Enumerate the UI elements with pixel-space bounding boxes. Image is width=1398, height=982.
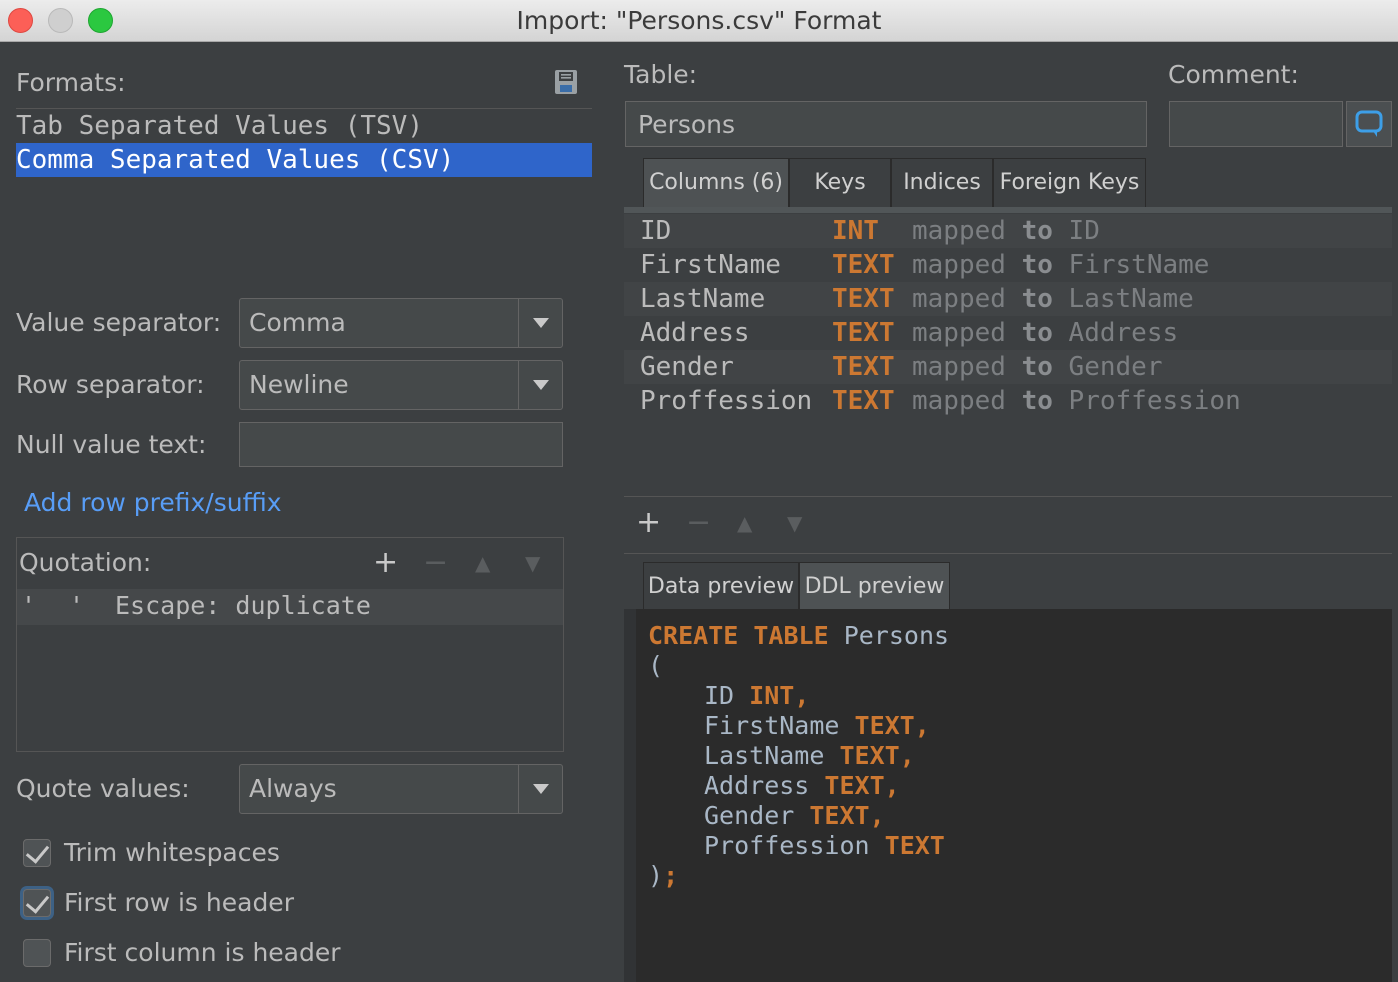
table-name-input[interactable]: Persons bbox=[625, 101, 1147, 147]
ddl-line-column: ID INT, bbox=[704, 681, 810, 710]
title-bar: Import: "Persons.csv" Format bbox=[0, 0, 1398, 42]
chevron-down-icon[interactable] bbox=[518, 361, 562, 409]
first-row-header-checkbox[interactable] bbox=[23, 889, 51, 917]
format-item-csv[interactable]: Comma Separated Values (CSV) bbox=[16, 143, 592, 177]
tab-data-preview[interactable]: Data preview bbox=[643, 562, 799, 612]
formats-list: Tab Separated Values (TSV) Comma Separat… bbox=[16, 108, 592, 258]
quote-values-value: Always bbox=[249, 774, 337, 803]
quote-open-char: ' bbox=[21, 591, 37, 620]
row-separator-value: Newline bbox=[249, 370, 349, 399]
table-row[interactable]: Proffession TEXT mapped to Proffession bbox=[624, 384, 1392, 418]
add-row-prefix-suffix-link[interactable]: Add row prefix/suffix bbox=[24, 488, 282, 517]
null-value-input[interactable] bbox=[239, 422, 563, 467]
ddl-line-column: LastName TEXT, bbox=[704, 741, 915, 770]
tab-foreign-keys[interactable]: Foreign Keys bbox=[993, 158, 1146, 208]
comment-edit-button[interactable] bbox=[1346, 101, 1392, 147]
ddl-line-close: ); bbox=[648, 861, 679, 890]
row-separator-label: Row separator: bbox=[16, 370, 205, 399]
first-column-header-label[interactable]: First column is header bbox=[64, 938, 341, 967]
divider bbox=[624, 553, 1392, 554]
value-separator-value: Comma bbox=[249, 308, 346, 337]
ddl-line-open: ( bbox=[648, 651, 664, 680]
table-name-value: Persons bbox=[638, 110, 736, 139]
trim-whitespaces-label[interactable]: Trim whitespaces bbox=[64, 838, 280, 867]
add-column-icon[interactable]: + bbox=[636, 508, 661, 538]
table-row[interactable]: LastName TEXT mapped to LastName bbox=[624, 282, 1392, 316]
quote-close-char: ' bbox=[69, 591, 85, 620]
ddl-line-column: FirstName TEXT, bbox=[704, 711, 930, 740]
table-row[interactable]: ID INT mapped to ID bbox=[624, 214, 1392, 248]
ddl-line-create: CREATE TABLE Persons bbox=[648, 621, 950, 650]
quote-values-label: Quote values: bbox=[16, 774, 190, 803]
quote-values-select[interactable]: Always bbox=[239, 764, 563, 814]
null-value-label: Null value text: bbox=[16, 430, 207, 459]
table-label: Table: bbox=[624, 60, 698, 89]
tab-underline bbox=[624, 207, 1392, 213]
move-down-icon: ▼ bbox=[787, 511, 803, 535]
tab-keys[interactable]: Keys bbox=[789, 158, 891, 208]
trim-whitespaces-checkbox[interactable] bbox=[23, 839, 51, 867]
comment-label: Comment: bbox=[1168, 60, 1299, 89]
chevron-down-icon[interactable] bbox=[518, 765, 562, 813]
ddl-preview-editor[interactable]: CREATE TABLE Persons ( ID INT, FirstName… bbox=[624, 609, 1392, 982]
first-column-header-checkbox[interactable] bbox=[23, 939, 51, 967]
speech-bubble-icon bbox=[1355, 110, 1383, 137]
move-down-icon: ▼ bbox=[525, 551, 541, 575]
value-separator-select[interactable]: Comma bbox=[239, 298, 563, 348]
quotation-row[interactable]: ' ' Escape: duplicate bbox=[17, 589, 563, 625]
ddl-line-column: Address TEXT, bbox=[704, 771, 900, 800]
ddl-line-column: Proffession TEXT bbox=[704, 831, 945, 860]
tab-indices[interactable]: Indices bbox=[891, 158, 993, 208]
table-row[interactable]: Gender TEXT mapped to Gender bbox=[624, 350, 1392, 384]
row-separator-select[interactable]: Newline bbox=[239, 360, 563, 410]
add-icon[interactable]: + bbox=[373, 548, 398, 578]
format-item-tsv[interactable]: Tab Separated Values (TSV) bbox=[16, 109, 592, 143]
tab-ddl-preview[interactable]: DDL preview bbox=[799, 562, 950, 612]
remove-icon: − bbox=[423, 545, 449, 580]
table-row[interactable]: FirstName TEXT mapped to FirstName bbox=[624, 248, 1392, 282]
value-separator-label: Value separator: bbox=[16, 308, 222, 337]
chevron-down-icon[interactable] bbox=[518, 299, 562, 347]
first-row-header-label[interactable]: First row is header bbox=[64, 888, 294, 917]
quotation-label: Quotation: bbox=[19, 548, 152, 577]
tab-columns[interactable]: Columns (6) bbox=[643, 158, 789, 208]
save-icon[interactable] bbox=[554, 69, 578, 95]
remove-column-icon: − bbox=[686, 505, 712, 540]
comment-input[interactable] bbox=[1169, 101, 1343, 147]
quotation-panel: Quotation: + − ▲ ▼ ' ' Escape: duplicate bbox=[16, 537, 564, 752]
quote-escape: Escape: duplicate bbox=[115, 591, 371, 620]
divider bbox=[624, 496, 1392, 497]
formats-label: Formats: bbox=[16, 68, 126, 97]
move-up-icon: ▲ bbox=[475, 551, 491, 575]
table-row[interactable]: Address TEXT mapped to Address bbox=[624, 316, 1392, 350]
window-title: Import: "Persons.csv" Format bbox=[516, 6, 882, 35]
move-up-icon: ▲ bbox=[737, 511, 753, 535]
ddl-line-column: Gender TEXT, bbox=[704, 801, 885, 830]
